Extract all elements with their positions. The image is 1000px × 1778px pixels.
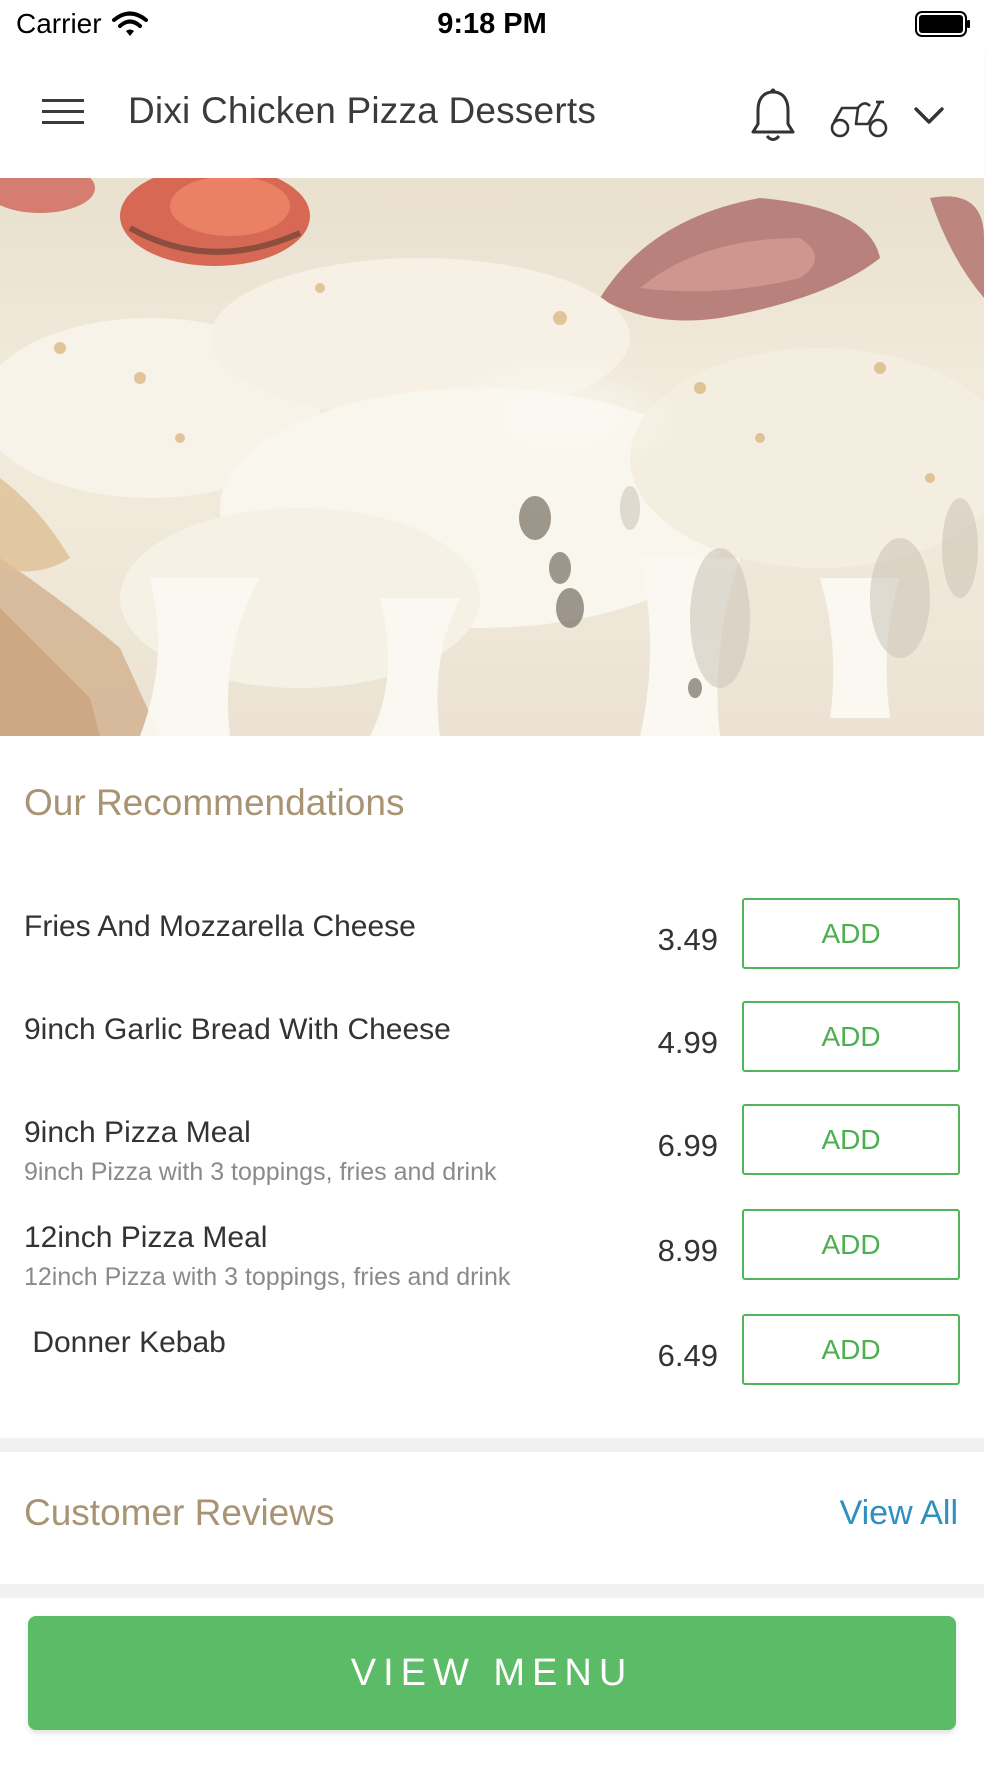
item-name: 9inch Garlic Bread With Cheese [24,1013,451,1046]
item-price: 3.49 [657,922,718,957]
list-item: Fries And Mozzarella Cheese 3.49 ADD [0,898,984,998]
view-menu-button[interactable]: VIEW MENU [28,1616,956,1730]
section-divider [0,1438,984,1452]
add-button[interactable]: ADD [742,1001,960,1072]
hero-image [0,178,984,736]
customer-reviews-section: Customer Reviews View All [0,1452,984,1584]
item-description: 9inch Pizza with 3 toppings, fries and d… [24,1158,497,1186]
item-name: 12inch Pizza Meal [24,1221,268,1254]
status-time: 9:18 PM [437,8,547,40]
list-item: Donner Kebab 6.49 ADD [0,1314,984,1414]
recommendations-title: Our Recommendations [24,782,405,823]
restaurant-title: Dixi Chicken Pizza Desserts [128,90,597,131]
list-item: 9inch Garlic Bread With Cheese 4.99 ADD [0,1001,984,1101]
add-button[interactable]: ADD [742,1104,960,1175]
list-item: 12inch Pizza Meal 12inch Pizza with 3 to… [0,1209,984,1309]
item-description: 12inch Pizza with 3 toppings, fries and … [24,1263,511,1291]
item-price: 4.99 [657,1025,718,1060]
status-bar: Carrier 9:18 PM [0,0,1000,48]
item-price: 8.99 [657,1233,718,1268]
recommendations-section: Our Recommendations Fries And Mozzarella… [0,736,984,1438]
app-header: Dixi Chicken Pizza Desserts [0,48,984,178]
reviews-title: Customer Reviews [24,1492,335,1533]
section-divider [0,1584,984,1598]
view-all-link[interactable]: View All [840,1494,958,1533]
item-name: Donner Kebab [24,1326,226,1359]
chevron-down-icon[interactable] [912,102,946,128]
item-price: 6.49 [657,1338,718,1373]
item-name: Fries And Mozzarella Cheese [24,910,416,943]
add-button[interactable]: ADD [742,1314,960,1385]
add-button[interactable]: ADD [742,898,960,969]
bell-icon[interactable] [748,88,798,144]
add-button[interactable]: ADD [742,1209,960,1280]
item-name: 9inch Pizza Meal [24,1116,251,1149]
hamburger-menu-icon[interactable] [40,94,86,130]
list-item: 9inch Pizza Meal 9inch Pizza with 3 topp… [0,1104,984,1204]
item-price: 6.99 [657,1128,718,1163]
bottom-bar: VIEW MENU [0,1598,984,1778]
pizza-illustration [0,178,984,736]
scooter-icon[interactable] [828,94,890,140]
battery-icon [915,11,970,37]
